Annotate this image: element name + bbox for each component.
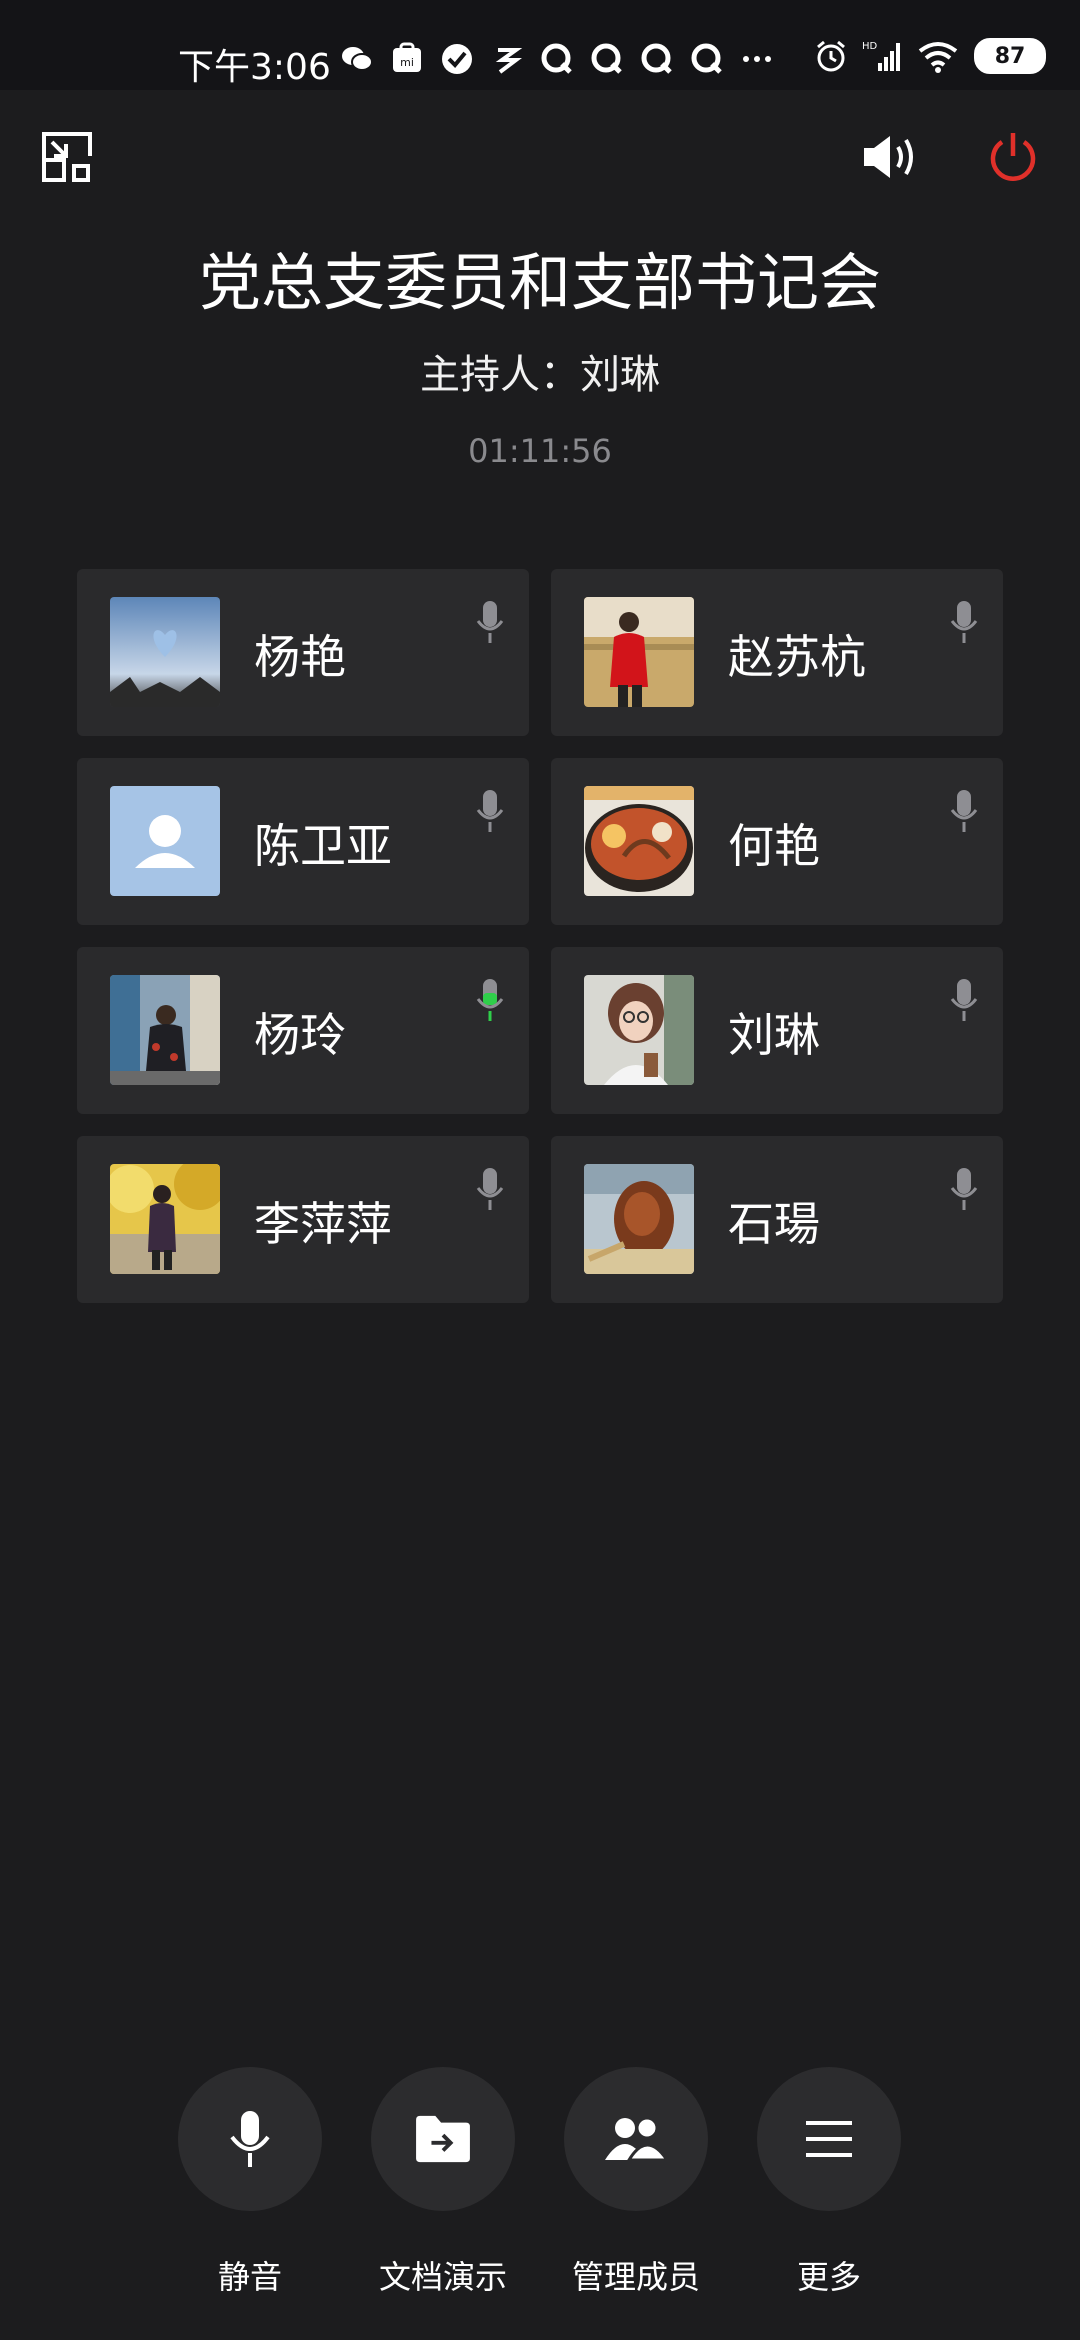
participant-name: 李萍萍 bbox=[254, 1197, 392, 1251]
more-dots-icon bbox=[740, 42, 774, 76]
microphone-icon bbox=[476, 1168, 504, 1210]
svg-text:mi: mi bbox=[400, 56, 414, 69]
avatar bbox=[584, 597, 694, 707]
q-icon-2 bbox=[590, 42, 624, 76]
host-name: 刘琳 bbox=[580, 352, 660, 398]
minimize-icon bbox=[42, 132, 92, 182]
svg-text:HD: HD bbox=[862, 41, 878, 52]
participant-grid: 杨艳 赵苏杭 陈卫亚 何艳 杨玲 刘琳 李萍萍 石瑒 bbox=[77, 569, 1003, 1303]
mi-store-icon: mi bbox=[390, 42, 424, 76]
share-document-label: 文档演示 bbox=[378, 2258, 507, 2296]
microphone-icon bbox=[950, 979, 978, 1021]
participant-card[interactable]: 杨玲 bbox=[77, 947, 529, 1114]
q-icon-1 bbox=[540, 42, 574, 76]
manage-members-label: 管理成员 bbox=[571, 2258, 700, 2296]
bottom-toolbar: 静音 文档演示 管理成员 更多 bbox=[0, 2067, 1080, 2296]
microphone-icon bbox=[950, 1168, 978, 1210]
participant-name: 赵苏杭 bbox=[728, 630, 866, 684]
system-indicators: HD 87 bbox=[814, 38, 1046, 74]
avatar bbox=[110, 1164, 220, 1274]
avatar bbox=[110, 597, 220, 707]
manage-members-button[interactable] bbox=[564, 2067, 708, 2211]
notification-icons: mi bbox=[340, 42, 774, 76]
mute-button[interactable] bbox=[178, 2067, 322, 2211]
participant-name: 陈卫亚 bbox=[254, 819, 392, 873]
meeting-host: 主持人：刘琳 bbox=[0, 342, 1080, 400]
alarm-icon bbox=[814, 39, 848, 73]
avatar bbox=[584, 975, 694, 1085]
mute-label: 静音 bbox=[217, 2258, 282, 2296]
avatar bbox=[584, 1164, 694, 1274]
speaker-button[interactable] bbox=[860, 130, 924, 184]
members-icon bbox=[605, 2116, 669, 2162]
status-bar: 下午3:06 mi HD 87 bbox=[0, 0, 1080, 90]
app-glyph-icon bbox=[490, 42, 524, 76]
microphone-icon bbox=[950, 790, 978, 832]
meeting-timer: 01:11:56 bbox=[468, 432, 612, 470]
participant-name: 何艳 bbox=[728, 819, 820, 873]
speaker-icon bbox=[864, 136, 913, 178]
battery-indicator: 87 bbox=[974, 38, 1046, 74]
meeting-title: 党总支委员和支部书记会 bbox=[198, 246, 881, 319]
participant-card[interactable]: 陈卫亚 bbox=[77, 758, 529, 925]
microphone-icon bbox=[476, 790, 504, 832]
participant-name: 杨玲 bbox=[254, 1008, 346, 1062]
participant-card[interactable]: 杨艳 bbox=[77, 569, 529, 736]
microphone-icon bbox=[950, 601, 978, 643]
participant-card[interactable]: 李萍萍 bbox=[77, 1136, 529, 1303]
folder-share-icon bbox=[416, 2115, 470, 2163]
participant-card[interactable]: 赵苏杭 bbox=[551, 569, 1003, 736]
avatar bbox=[110, 975, 220, 1085]
microphone-speaking-icon bbox=[476, 979, 504, 1021]
minimize-window-button[interactable] bbox=[40, 130, 94, 184]
avatar bbox=[584, 786, 694, 896]
battery-level: 87 bbox=[994, 43, 1026, 69]
participant-name: 石瑒 bbox=[728, 1197, 820, 1251]
avatar bbox=[110, 786, 220, 896]
wechat-icon bbox=[340, 42, 374, 76]
participant-card[interactable]: 刘琳 bbox=[551, 947, 1003, 1114]
more-label: 更多 bbox=[796, 2258, 861, 2296]
q-icon-4 bbox=[690, 42, 724, 76]
q-icon-3 bbox=[640, 42, 674, 76]
power-icon bbox=[990, 133, 1036, 181]
participant-name: 杨艳 bbox=[254, 630, 346, 684]
microphone-icon bbox=[230, 2111, 270, 2167]
wifi-icon bbox=[916, 39, 960, 73]
status-time: 下午3:06 bbox=[178, 47, 331, 88]
cell-signal-icon: HD bbox=[862, 39, 902, 73]
more-button[interactable] bbox=[757, 2067, 901, 2211]
end-meeting-button[interactable] bbox=[986, 130, 1040, 184]
host-label: 主持人： bbox=[420, 352, 580, 398]
check-circle-icon bbox=[440, 42, 474, 76]
menu-icon bbox=[806, 2121, 852, 2157]
share-document-button[interactable] bbox=[371, 2067, 515, 2211]
participant-name: 刘琳 bbox=[728, 1008, 820, 1062]
participant-card[interactable]: 何艳 bbox=[551, 758, 1003, 925]
participant-card[interactable]: 石瑒 bbox=[551, 1136, 1003, 1303]
microphone-icon bbox=[476, 601, 504, 643]
